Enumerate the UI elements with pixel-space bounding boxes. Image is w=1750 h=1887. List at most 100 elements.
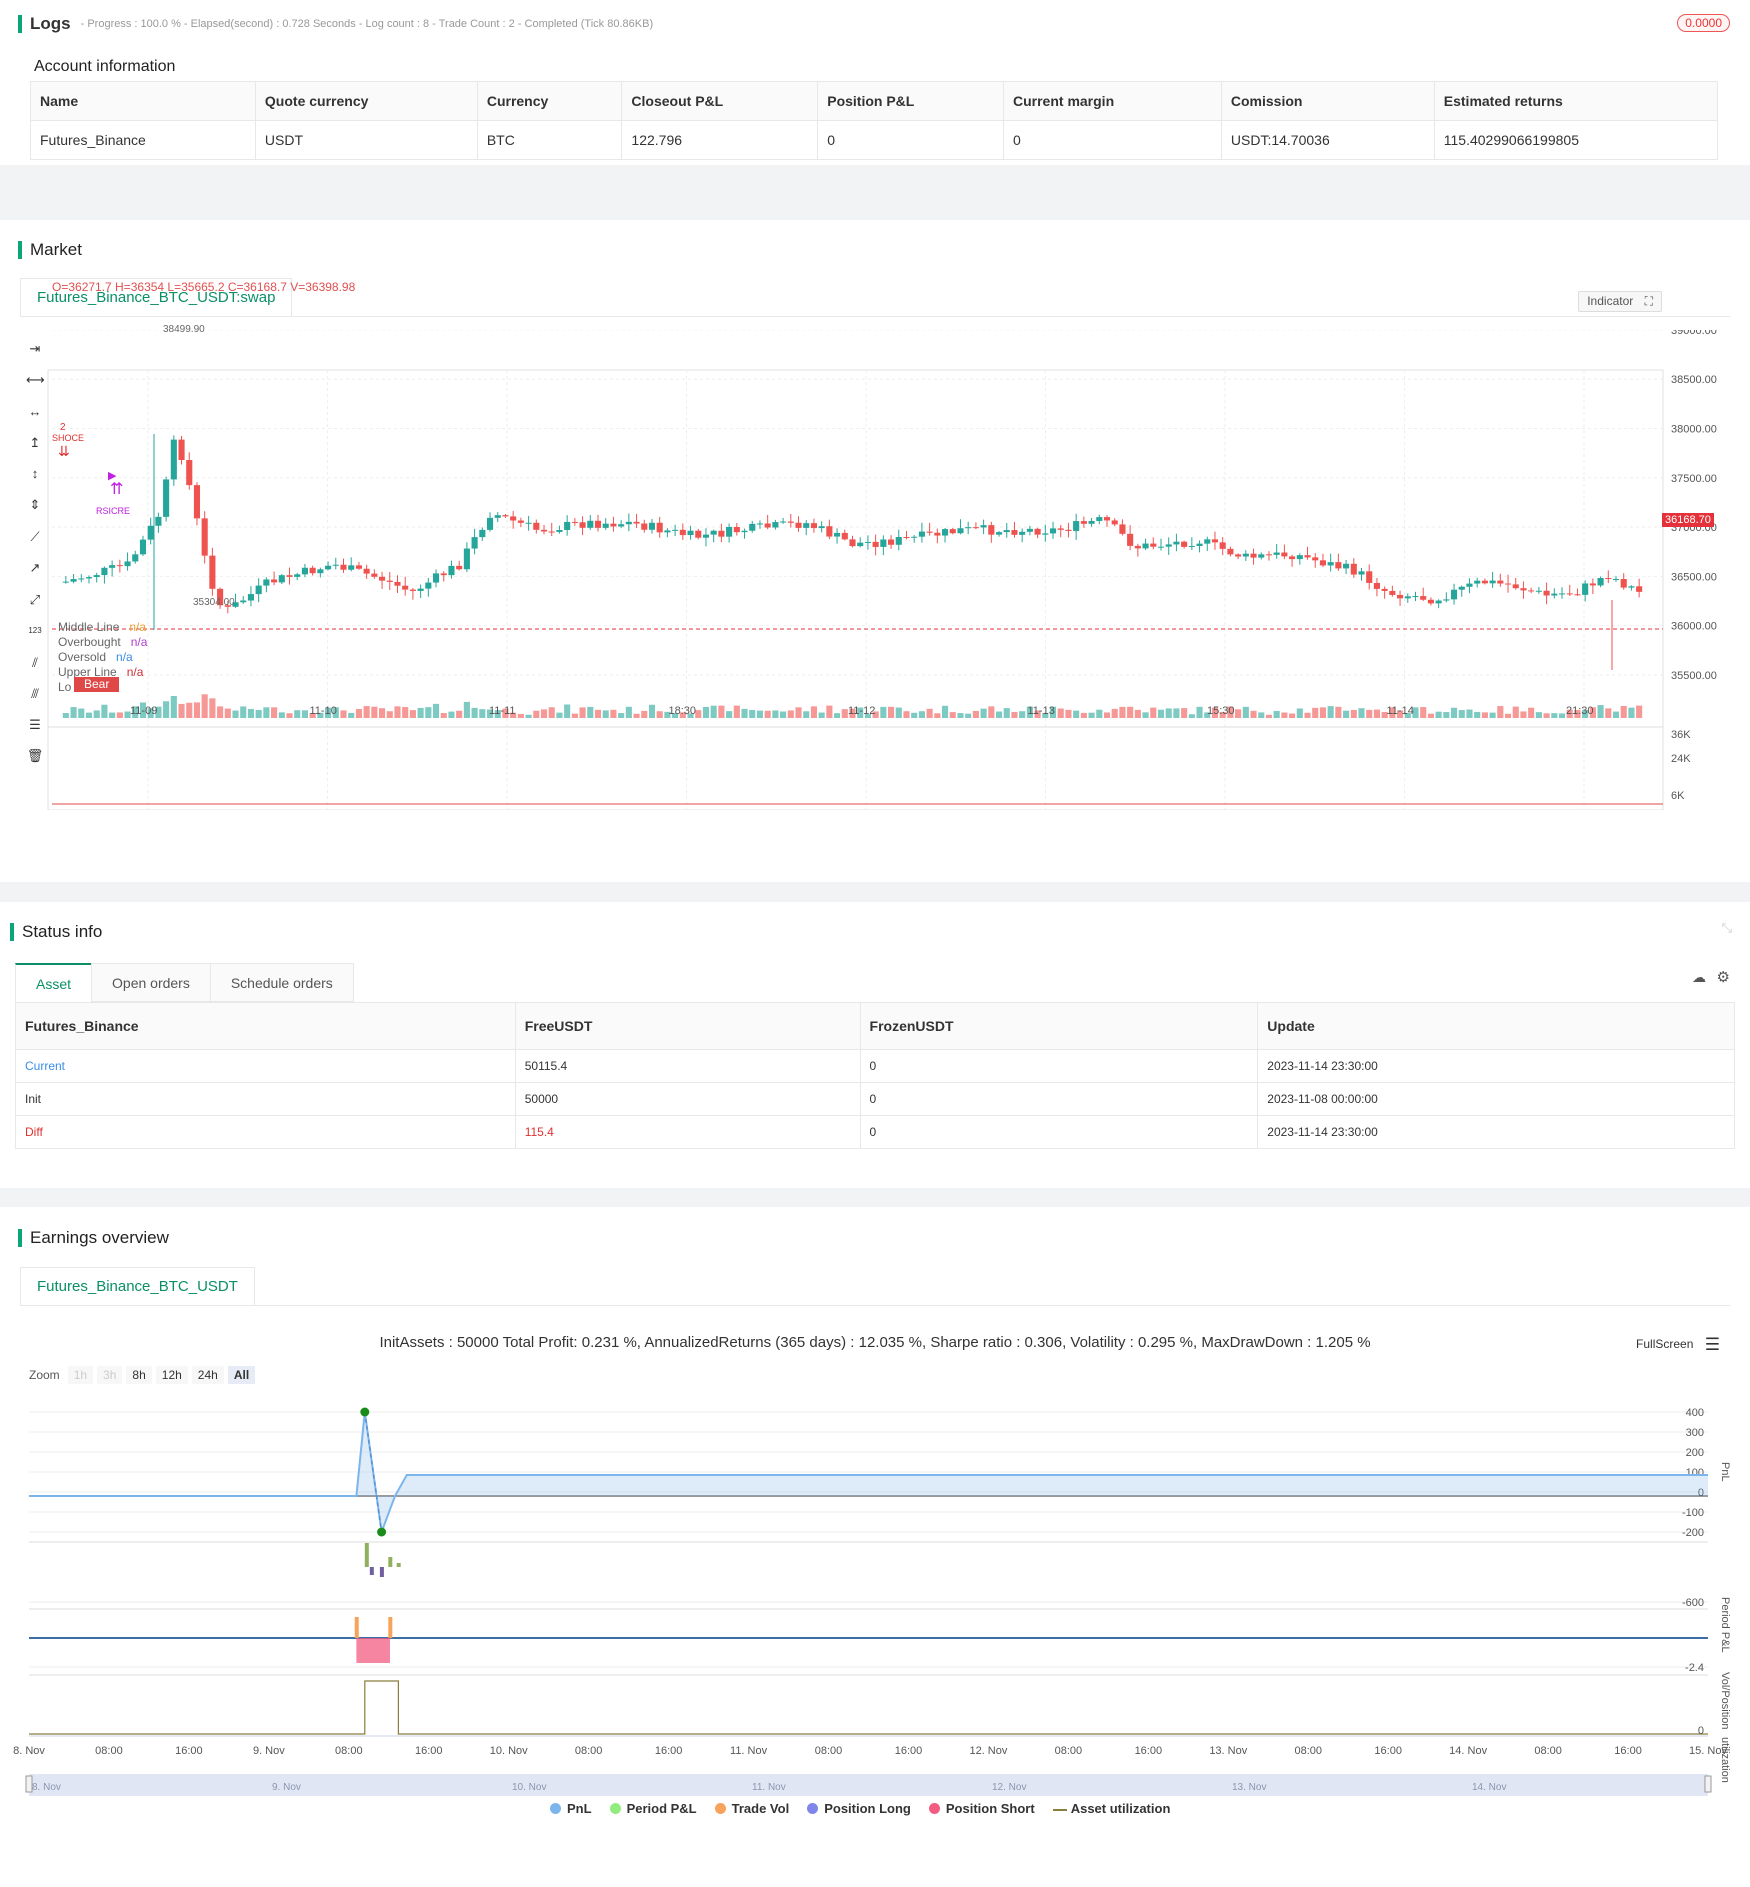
settings-icon[interactable]: ⚙ [1717, 968, 1730, 986]
candle [1420, 587, 1427, 602]
table-cell: Current [15, 1049, 516, 1083]
expand-icon[interactable]: ⛶ [1645, 294, 1653, 308]
x-tick: 16:00 [655, 1745, 683, 1757]
candle [1358, 567, 1365, 581]
market-title: Market [18, 240, 82, 260]
x-tick: 08:00 [815, 1745, 843, 1757]
asset-col-header: FrozenUSDT [859, 1002, 1259, 1050]
legend-item[interactable]: Asset utilization [1052, 1801, 1170, 1816]
candle [540, 524, 548, 535]
navigator-tick: 9. Nov [272, 1782, 301, 1793]
logs-title: Logs - Progress : 100.0 % - Elapsed(seco… [18, 14, 653, 34]
pnl-tick: -200 [1682, 1527, 1704, 1539]
tab-earnings-symbol[interactable]: Futures_Binance_BTC_USDT [20, 1267, 255, 1305]
zoom-1h[interactable]: 1h [67, 1366, 94, 1384]
fullscreen-label: FullScreen [1636, 1337, 1694, 1351]
candle [186, 452, 193, 490]
candle [949, 528, 956, 535]
candle [309, 565, 316, 576]
candle [1080, 516, 1087, 528]
trade-vol-bar [388, 1617, 393, 1638]
candle [1497, 573, 1504, 587]
tab-open-orders[interactable]: Open orders [91, 963, 211, 1002]
candle [571, 518, 578, 526]
account-cell: BTC [476, 120, 623, 160]
zoom-3h[interactable]: 3h [97, 1366, 123, 1384]
logs-card: Logs - Progress : 100.0 % - Elapsed(seco… [0, 0, 1750, 165]
time-tick: 11-12 [848, 705, 876, 717]
candle [463, 542, 470, 573]
account-cell: USDT:14.70036 [1220, 120, 1435, 160]
sell-signal-icon: ⇊ [58, 443, 70, 459]
axis-title: Vol/Position [1719, 1672, 1731, 1729]
candle [425, 578, 432, 597]
candle [1265, 551, 1273, 561]
price-tick: 36500.00 [1671, 571, 1717, 583]
candle [1273, 543, 1280, 559]
candle [1481, 578, 1488, 585]
zoom-24h[interactable]: 24h [191, 1366, 224, 1384]
candle [1443, 592, 1450, 603]
collapse-icon[interactable]: ⤡ [1722, 920, 1732, 936]
legend-marker-icon [550, 1803, 561, 1814]
tab-asset[interactable]: Asset [15, 963, 93, 1002]
zoom-12h[interactable]: 12h [155, 1366, 188, 1384]
candle [263, 577, 270, 593]
candle [849, 535, 856, 548]
download-icon[interactable]: ☁ [1692, 969, 1706, 986]
zoom-label: Zoom [29, 1368, 60, 1382]
candle [741, 528, 748, 539]
legend-item[interactable]: Position Short [928, 1801, 1035, 1816]
candle [62, 576, 69, 584]
candle [93, 572, 100, 583]
time-tick: 11-14 [1386, 705, 1414, 717]
account-title: Account information [34, 58, 176, 75]
candle [795, 516, 802, 532]
period-bar [364, 1543, 369, 1567]
candles [62, 434, 1643, 670]
legend-item[interactable]: PnL [550, 1801, 592, 1816]
time-tick: 21:30 [1566, 705, 1594, 717]
time-tick: 11-11 [489, 705, 516, 717]
candle [695, 528, 702, 540]
period-bar [369, 1567, 374, 1575]
candle [610, 516, 617, 532]
status-title-text: Status info [22, 922, 103, 941]
candle [517, 517, 524, 527]
x-tick: 08:00 [575, 1745, 603, 1757]
zoom-All[interactable]: All [227, 1366, 256, 1384]
table-cell: 50000 [514, 1082, 861, 1116]
candle [1582, 580, 1589, 602]
x-tick: 16:00 [415, 1745, 443, 1757]
candlestick-chart[interactable]: 39000.0038500.0038000.0037500.0037000.00… [0, 330, 1750, 810]
candle [1381, 586, 1388, 599]
account-cell: 0 [1003, 120, 1222, 160]
candle [911, 535, 918, 543]
menu-icon[interactable]: ☰ [1705, 1335, 1720, 1354]
fullscreen-button[interactable]: FullScreen ☰ [1636, 1335, 1720, 1355]
candle [432, 569, 440, 588]
candle [510, 510, 517, 529]
account-col-header: Position P&L [817, 81, 1004, 121]
table-cell: 0 [859, 1082, 1259, 1116]
navigator-tick: 8. Nov [32, 1782, 61, 1793]
candle [641, 519, 648, 533]
logs-badge: 0.0000 [1677, 14, 1730, 32]
legend-item[interactable]: Period P&L [609, 1801, 697, 1816]
section-marker [18, 1229, 22, 1247]
legend-item[interactable]: Position Long [807, 1801, 911, 1816]
candle [880, 535, 887, 556]
account-cell: 0 [817, 120, 1004, 160]
candle [726, 523, 733, 543]
candle [1350, 558, 1357, 578]
candle [895, 529, 902, 551]
legend-item[interactable]: Trade Vol [714, 1801, 789, 1816]
indicator-button[interactable]: Indicator ⛶ [1578, 291, 1662, 312]
earnings-chart[interactable]: 4003002001000-100-200PnLPeriod P&LVol/Po… [0, 1397, 1750, 1857]
asset-col-header: Update [1257, 1002, 1735, 1050]
account-col-header: Comission [1220, 81, 1435, 121]
table-cell: 2023-11-14 23:30:00 [1257, 1115, 1735, 1149]
account-col-header: Current margin [1003, 81, 1222, 121]
zoom-8h[interactable]: 8h [126, 1366, 152, 1384]
tab-schedule-orders[interactable]: Schedule orders [209, 963, 354, 1002]
